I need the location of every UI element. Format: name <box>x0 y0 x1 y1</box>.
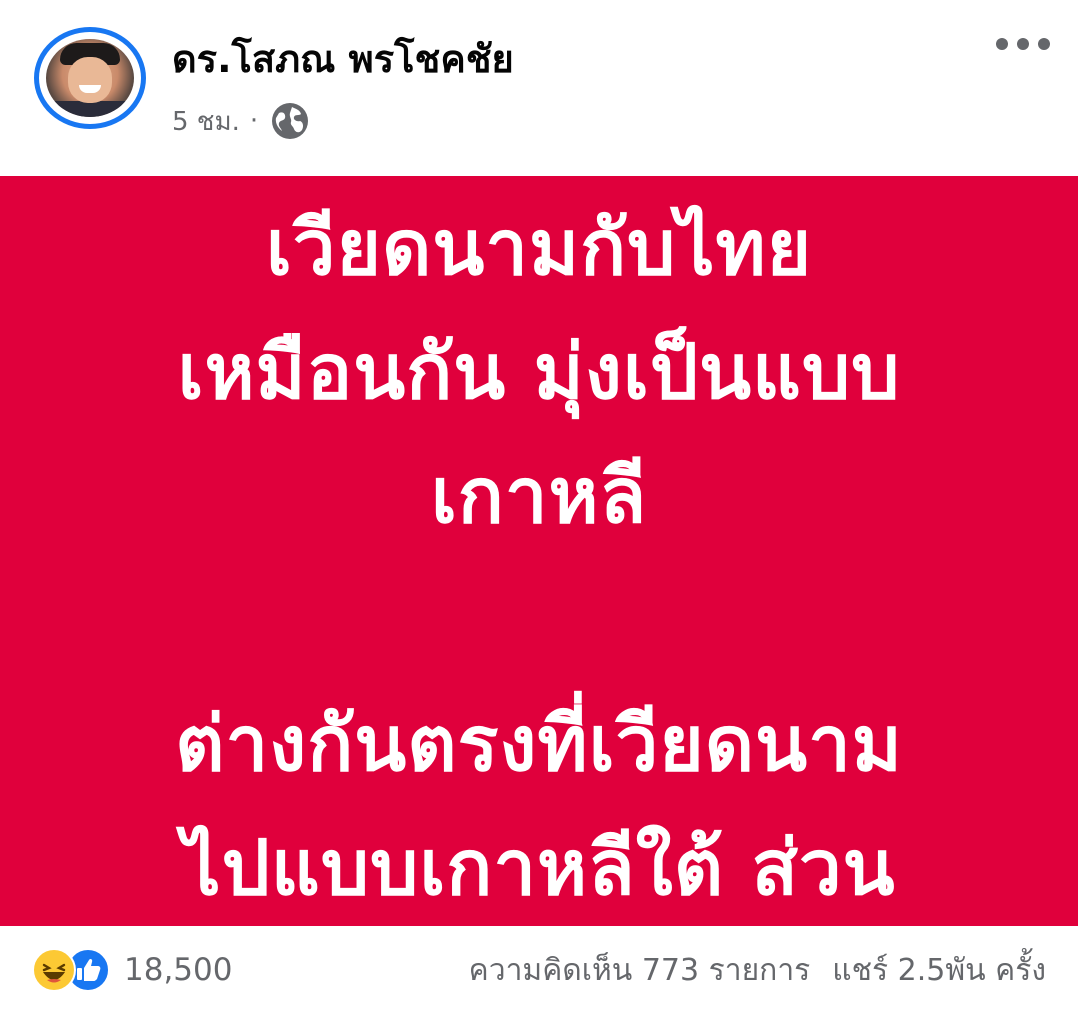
meta-separator: · <box>249 106 259 136</box>
comments-count-link[interactable]: ความคิดเห็น 773 รายการ <box>469 947 811 994</box>
post-meta: 5 ชม. · <box>172 100 310 142</box>
more-options-icon[interactable] <box>996 33 1050 55</box>
author-name[interactable]: ดร.โสภณ พรโชคชัย <box>172 28 514 89</box>
globe-icon[interactable] <box>270 101 310 141</box>
author-avatar[interactable] <box>34 27 146 129</box>
engagement-stats: ความคิดเห็น 773 รายการ แชร์ 2.5พัน ครั้ง <box>469 948 1046 992</box>
reaction-count: 18,500 <box>124 952 233 988</box>
post-image-text: เวียดนามกับไทย เหมือนกัน มุ่งเป็นแบบ เกา… <box>175 203 903 912</box>
shares-count-link[interactable]: แชร์ 2.5พัน ครั้ง <box>832 947 1046 994</box>
haha-reaction-icon <box>32 948 76 992</box>
post-timestamp[interactable]: 5 ชม. <box>172 101 240 142</box>
post-image-card[interactable]: เวียดนามกับไทย เหมือนกัน มุ่งเป็นแบบ เกา… <box>0 176 1078 926</box>
reactions-summary[interactable]: 18,500 <box>32 948 232 992</box>
post-header: ดร.โสภณ พรโชคชัย 5 ชม. · <box>0 0 1078 176</box>
avatar-photo <box>46 39 134 117</box>
